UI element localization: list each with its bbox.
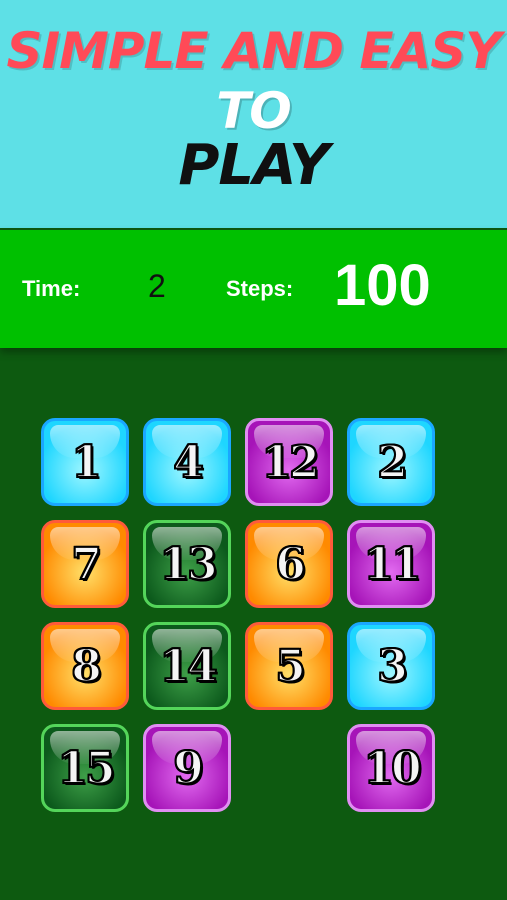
puzzle-tile[interactable]: 2: [347, 418, 435, 506]
puzzle-tile[interactable]: 7: [41, 520, 129, 608]
puzzle-tile[interactable]: 5: [245, 622, 333, 710]
puzzle-board: 1 4 12 2 7 13 6 11 8 14 5 3 15 9 10: [0, 0, 507, 900]
puzzle-tile[interactable]: 14: [143, 622, 231, 710]
tile-number: 2: [376, 436, 409, 489]
tile-number: 13: [158, 538, 218, 591]
tile-number: 4: [172, 436, 205, 489]
puzzle-tile[interactable]: 3: [347, 622, 435, 710]
tile-number: 9: [172, 742, 205, 795]
tile-number: 6: [274, 538, 307, 591]
tile-number: 10: [362, 742, 422, 795]
puzzle-tile[interactable]: 11: [347, 520, 435, 608]
puzzle-tile[interactable]: 8: [41, 622, 129, 710]
puzzle-tile[interactable]: 4: [143, 418, 231, 506]
puzzle-tile[interactable]: 9: [143, 724, 231, 812]
puzzle-tile[interactable]: 13: [143, 520, 231, 608]
puzzle-tile[interactable]: 6: [245, 520, 333, 608]
tile-number: 15: [56, 742, 116, 795]
puzzle-tile[interactable]: 10: [347, 724, 435, 812]
tile-number: 14: [158, 640, 218, 693]
tile-number: 7: [70, 538, 103, 591]
tile-number: 3: [376, 640, 409, 693]
tile-number: 8: [70, 640, 103, 693]
tile-number: 5: [274, 640, 307, 693]
puzzle-tile[interactable]: 12: [245, 418, 333, 506]
puzzle-tile[interactable]: 15: [41, 724, 129, 812]
tile-number: 1: [70, 436, 103, 489]
tile-number: 11: [362, 538, 422, 591]
tile-number: 12: [260, 436, 320, 489]
puzzle-tile[interactable]: 1: [41, 418, 129, 506]
